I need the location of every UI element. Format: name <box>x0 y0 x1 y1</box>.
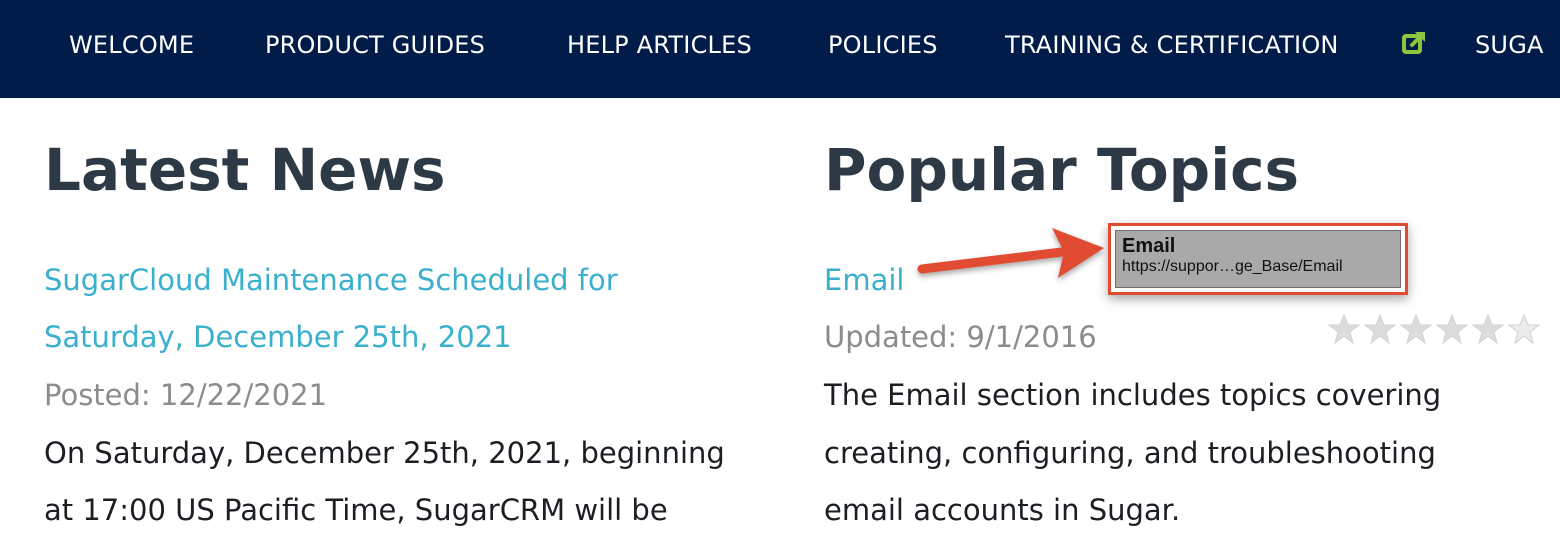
tooltip-title: Email <box>1122 235 1176 257</box>
tooltip-callout: Email https://suppor…ge_Base/Email <box>1108 223 1408 295</box>
page: WELCOME PRODUCT GUIDES HELP ARTICLES POL… <box>0 0 1560 548</box>
tooltip-url: https://suppor…ge_Base/Email <box>1122 258 1343 275</box>
link-tooltip: Email https://suppor…ge_Base/Email <box>1115 230 1401 288</box>
